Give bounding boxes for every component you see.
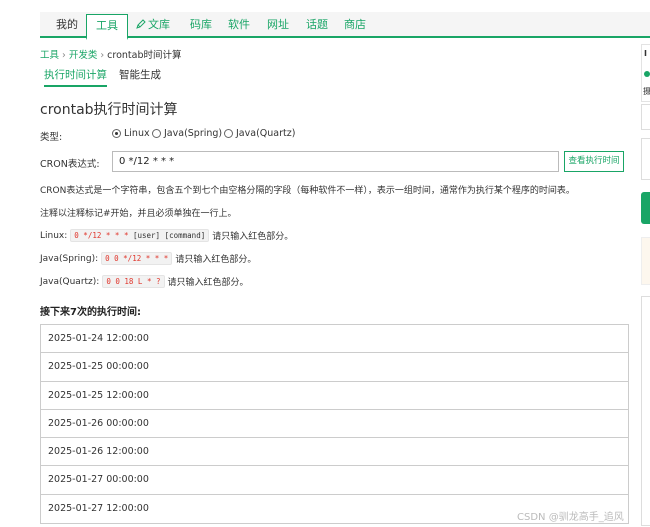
radio-label: Java(Spring) xyxy=(164,128,223,139)
example-spring: Java(Spring): 0 0 */12 * * * 请只输入红色部分。 xyxy=(40,252,256,265)
example-code-red: 0 0 18 L * ? xyxy=(106,277,161,286)
example-code: 0 0 18 L * ? xyxy=(102,275,165,288)
example-note: 请只输入红色部分。 xyxy=(167,278,249,288)
next-times-title: 接下来7次的执行时间: xyxy=(40,307,141,318)
next-times-list: 2025-01-24 12:00:00 2025-01-25 00:00:00 … xyxy=(40,324,629,525)
list-item: 2025-01-24 12:00:00 xyxy=(41,325,628,354)
breadcrumb-separator: › xyxy=(62,50,66,61)
cron-label: CRON表达式: xyxy=(40,159,100,170)
breadcrumb-dev[interactable]: 开发类 xyxy=(69,50,98,61)
example-code-rest: [user] [command] xyxy=(128,231,206,240)
right-panel-box xyxy=(641,138,650,180)
example-label: Linux: xyxy=(40,230,68,241)
page-title: crontab执行时间计算 xyxy=(40,102,178,118)
tab-smart-generate[interactable]: 智能生成 xyxy=(119,67,161,82)
cron-input[interactable]: 0 */12 * * * xyxy=(112,151,559,172)
nav-item-urls[interactable]: 网址 xyxy=(267,12,289,38)
breadcrumb-separator: › xyxy=(100,50,105,61)
type-label: 类型: xyxy=(40,132,63,143)
radio-java-spring[interactable]: Java(Spring) xyxy=(152,128,222,139)
radio-dot xyxy=(224,129,233,138)
right-panel: I 摄 xyxy=(641,44,650,102)
right-panel-input[interactable] xyxy=(641,104,650,130)
example-note: 请只输入红色部分。 xyxy=(175,255,257,265)
nav-item-store[interactable]: 商店 xyxy=(344,12,366,38)
nav-item-software[interactable]: 软件 xyxy=(228,12,250,38)
nav-item-mine[interactable]: 我的 xyxy=(56,12,78,38)
right-panel-list xyxy=(641,296,650,526)
tab-exec-time[interactable]: 执行时间计算 xyxy=(44,67,107,87)
nav-item-topics[interactable]: 话题 xyxy=(306,12,328,38)
pen-icon xyxy=(136,19,146,29)
example-label: Java(Spring): xyxy=(40,253,99,264)
right-panel-notice xyxy=(641,237,650,285)
example-code: 0 */12 * * * [user] [command] xyxy=(70,229,210,242)
radio-java-quartz[interactable]: Java(Quartz) xyxy=(224,128,295,139)
radio-linux[interactable]: Linux xyxy=(112,128,150,139)
example-code: 0 0 */12 * * * xyxy=(101,252,173,265)
example-linux: Linux: 0 */12 * * * [user] [command] 请只输… xyxy=(40,229,293,242)
top-nav: 我的 工具 文库 码库 软件 网址 话题 商店 xyxy=(40,12,650,40)
cron-description: CRON表达式是一个字符串，包含五个到七个由空格分隔的字段（每种软件不一样），表… xyxy=(40,186,575,196)
list-item: 2025-01-25 00:00:00 xyxy=(41,353,628,382)
radio-dot xyxy=(152,129,161,138)
list-item: 2025-01-26 12:00:00 xyxy=(41,438,628,467)
right-panel-label: I xyxy=(644,49,647,58)
nav-item-library-label: 文库 xyxy=(148,18,170,31)
right-panel-text: 摄 xyxy=(643,87,650,96)
list-item: 2025-01-27 00:00:00 xyxy=(41,466,628,495)
list-item: 2025-01-25 12:00:00 xyxy=(41,382,628,410)
nav-item-tools[interactable]: 工具 xyxy=(86,14,128,40)
example-label: Java(Quartz): xyxy=(40,276,100,287)
example-quartz: Java(Quartz): 0 0 18 L * ? 请只输入红色部分。 xyxy=(40,275,249,288)
radio-dot xyxy=(112,129,121,138)
list-item: 2025-01-26 00:00:00 xyxy=(41,410,628,439)
example-note: 请只输入红色部分。 xyxy=(212,232,294,242)
breadcrumb-current: crontab时间计算 xyxy=(107,50,182,61)
breadcrumb-tools[interactable]: 工具 xyxy=(40,50,59,61)
breadcrumb: 工具 › 开发类 › crontab时间计算 xyxy=(40,47,182,61)
watermark: CSDN @驯龙高手_追风 xyxy=(517,512,624,523)
nav-item-code[interactable]: 码库 xyxy=(190,12,212,38)
nav-item-library[interactable]: 文库 xyxy=(136,12,170,38)
comment-note: 注释以注释标记#开始，并且必须单独在一行上。 xyxy=(40,209,237,219)
example-code-red: 0 */12 * * * xyxy=(74,231,129,240)
query-button[interactable]: 查看执行时间 xyxy=(564,151,624,172)
radio-label: Java(Quartz) xyxy=(236,128,296,139)
status-dot xyxy=(644,71,650,77)
radio-label: Linux xyxy=(124,128,150,139)
right-panel-button[interactable] xyxy=(641,192,650,224)
example-code-red: 0 0 */12 * * * xyxy=(105,254,169,263)
